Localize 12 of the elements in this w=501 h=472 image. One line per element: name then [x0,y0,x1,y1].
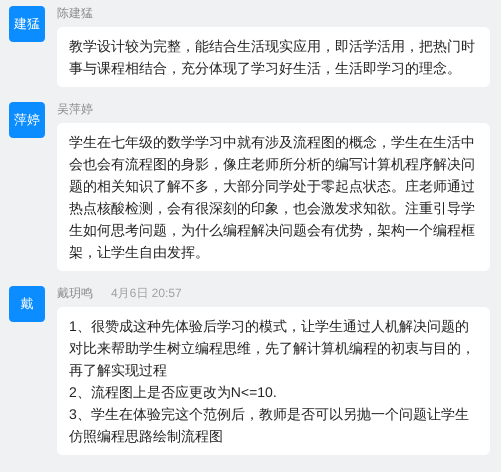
avatar: 戴 [9,286,45,322]
comment-time: 4月6日 20:57 [111,285,182,302]
author-name: 戴玥鸣 [57,285,93,302]
comment-text: 教学设计较为完整，能结合生活现实应用，即活学活用，把热门时事与课程相结合，充分体现了学习好生活，生活即学习的理念。 [69,37,476,78]
comment-text: 学生在七年级的数学学习中就有涉及流程图的概念，学生在生活中会也会有流程图的身影，像庄老师所分析的编写计算机程序解决问题的相关知识了解不多，大部分同学处于零起点状态。庄老师通过热点核酸检测，会有很深刻的印象，也会激发求知欲。注重引导学生如何思考问题，为什么编程解决问题会有优势，架构一个编程框架，让学生自由发挥。 [69,133,476,262]
avatar: 萍婷 [9,102,45,138]
avatar: 建猛 [9,6,45,42]
comment-text: 3、学生在体验完这个范例后，教师是否可以另抛一个问题让学生仿照编程思路绘制流程图 [69,405,470,446]
comment-text: 1、很赞成这种先体验后学习的模式，让学生通过人机解决问题的对比来帮助学生树立编程思维，先了解计算机编程的初衷与目的，再了解实现过程 [69,317,476,380]
comment-text: 2、流程图上是否应更改为N<=10. [69,383,278,402]
author-name: 陈建猛 [57,5,93,22]
author-name: 吴萍婷 [57,101,93,118]
